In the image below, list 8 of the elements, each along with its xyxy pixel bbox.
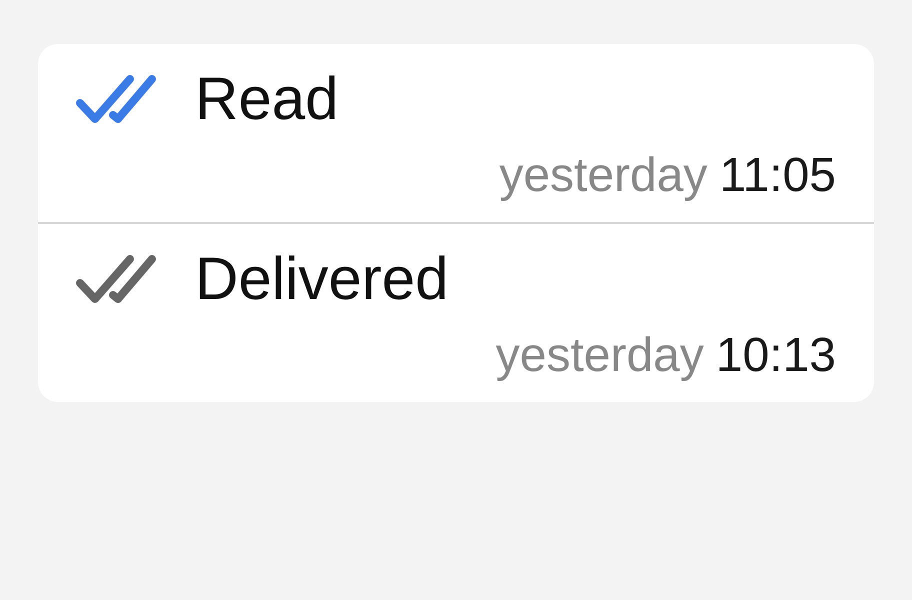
day-label: yesterday (496, 328, 704, 384)
double-check-icon (76, 254, 156, 304)
day-label: yesterday (499, 148, 708, 204)
status-label: Read (195, 64, 338, 134)
time-label: 10:13 (716, 328, 836, 384)
time-label: 11:05 (719, 148, 836, 204)
double-check-icon (76, 74, 156, 124)
status-label: Delivered (195, 244, 448, 314)
